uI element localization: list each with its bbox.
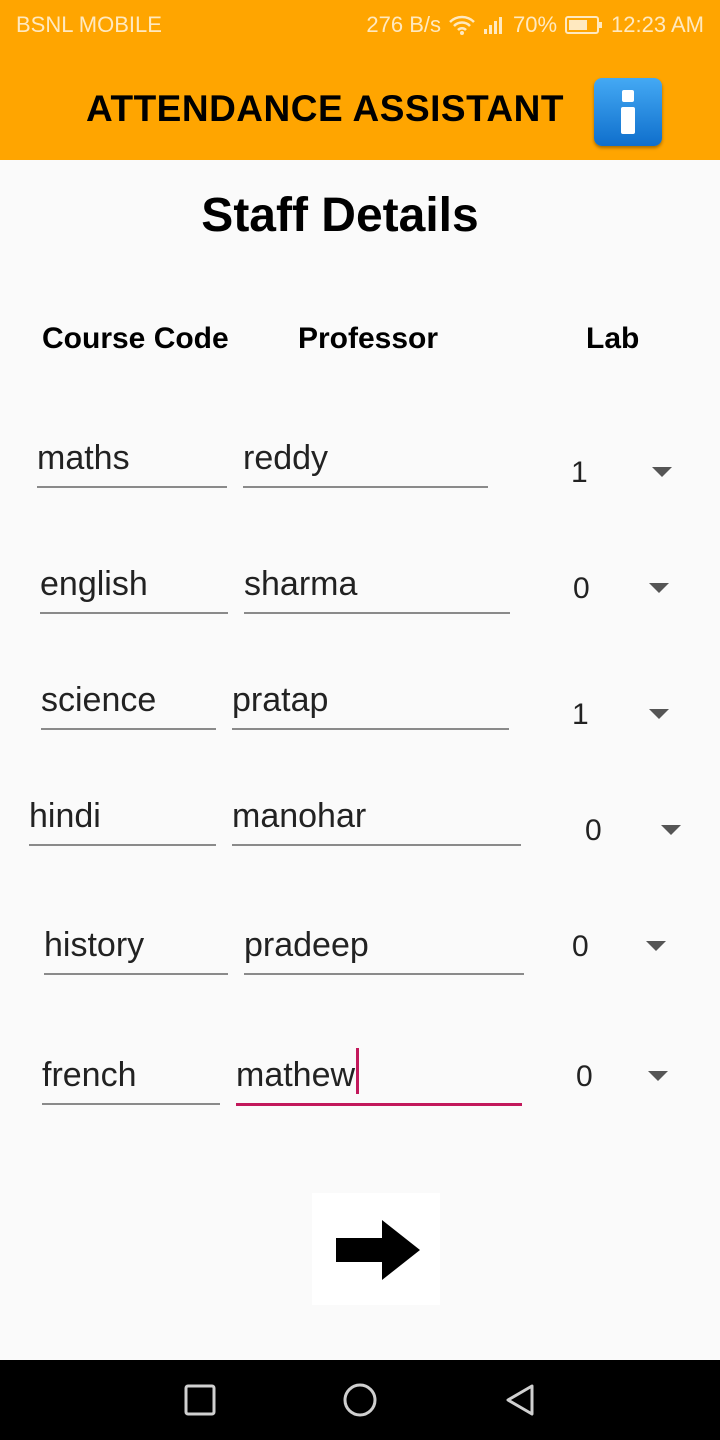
recents-icon[interactable] xyxy=(182,1382,218,1418)
professor-value: mathew xyxy=(236,1056,356,1094)
dropdown-arrow-icon xyxy=(652,467,672,477)
professor-header: Professor xyxy=(298,322,439,355)
professor-value-wrap: mathew xyxy=(236,1048,360,1095)
course-code-input[interactable]: science xyxy=(41,676,216,730)
info-button[interactable] xyxy=(594,78,662,146)
lab-value: 0 xyxy=(576,1060,593,1093)
status-bar: BSNL MOBILE 276 B/s 70% 12:23 AM xyxy=(0,0,720,50)
clock: 12:23 AM xyxy=(611,12,704,37)
page-title: Staff Details xyxy=(201,189,479,242)
lab-value: 1 xyxy=(571,456,588,489)
professor-input[interactable]: mathew xyxy=(236,1048,522,1106)
dropdown-arrow-icon xyxy=(661,825,681,835)
course-code-input[interactable]: maths xyxy=(37,434,227,488)
arrow-right-icon xyxy=(336,1220,420,1280)
professor-value: manohar xyxy=(232,797,367,835)
course-code-input[interactable]: french xyxy=(42,1051,220,1105)
course-code-value: history xyxy=(44,926,145,964)
course-code-value: hindi xyxy=(29,797,101,835)
home-icon[interactable] xyxy=(342,1382,378,1418)
professor-input[interactable]: sharma xyxy=(244,560,510,614)
dropdown-arrow-icon xyxy=(648,1071,668,1081)
course-code-input[interactable]: english xyxy=(40,560,228,614)
carrier-name: BSNL MOBILE xyxy=(16,12,162,37)
app-bar: ATTENDANCE ASSISTANT xyxy=(0,50,720,160)
course-code-value: maths xyxy=(37,439,130,477)
course-code-value: french xyxy=(42,1056,137,1094)
wifi-icon xyxy=(449,15,475,35)
lab-value: 1 xyxy=(572,698,589,731)
network-speed: 276 B/s xyxy=(366,12,441,37)
dropdown-arrow-icon xyxy=(649,709,669,719)
professor-value: reddy xyxy=(243,439,329,477)
professor-value: sharma xyxy=(244,565,358,603)
professor-input[interactable]: pradeep xyxy=(244,921,524,975)
lab-header: Lab xyxy=(586,322,640,355)
navigation-bar xyxy=(0,1360,720,1440)
professor-value: pratap xyxy=(232,681,329,719)
course-code-header: Course Code xyxy=(42,322,229,355)
dropdown-arrow-icon xyxy=(649,583,669,593)
status-right: 276 B/s 70% 12:23 AM xyxy=(366,12,704,38)
signal-icon xyxy=(484,17,502,34)
battery-percent: 70% xyxy=(513,12,558,37)
course-code-input[interactable]: history xyxy=(44,921,228,975)
professor-input[interactable]: manohar xyxy=(232,792,521,846)
professor-input[interactable]: pratap xyxy=(232,676,509,730)
course-code-value: english xyxy=(40,565,148,603)
text-cursor xyxy=(356,1048,360,1094)
course-code-value: science xyxy=(41,681,157,719)
professor-value: pradeep xyxy=(244,926,369,964)
back-icon[interactable] xyxy=(502,1382,538,1418)
next-button[interactable] xyxy=(312,1193,440,1305)
professor-input[interactable]: reddy xyxy=(243,434,488,488)
lab-value: 0 xyxy=(573,572,590,605)
course-code-input[interactable]: hindi xyxy=(29,792,216,846)
lab-value: 0 xyxy=(585,814,602,847)
dropdown-arrow-icon xyxy=(646,941,666,951)
app-title: ATTENDANCE ASSISTANT xyxy=(86,88,564,129)
lab-value: 0 xyxy=(572,930,589,963)
battery-icon xyxy=(565,16,603,34)
